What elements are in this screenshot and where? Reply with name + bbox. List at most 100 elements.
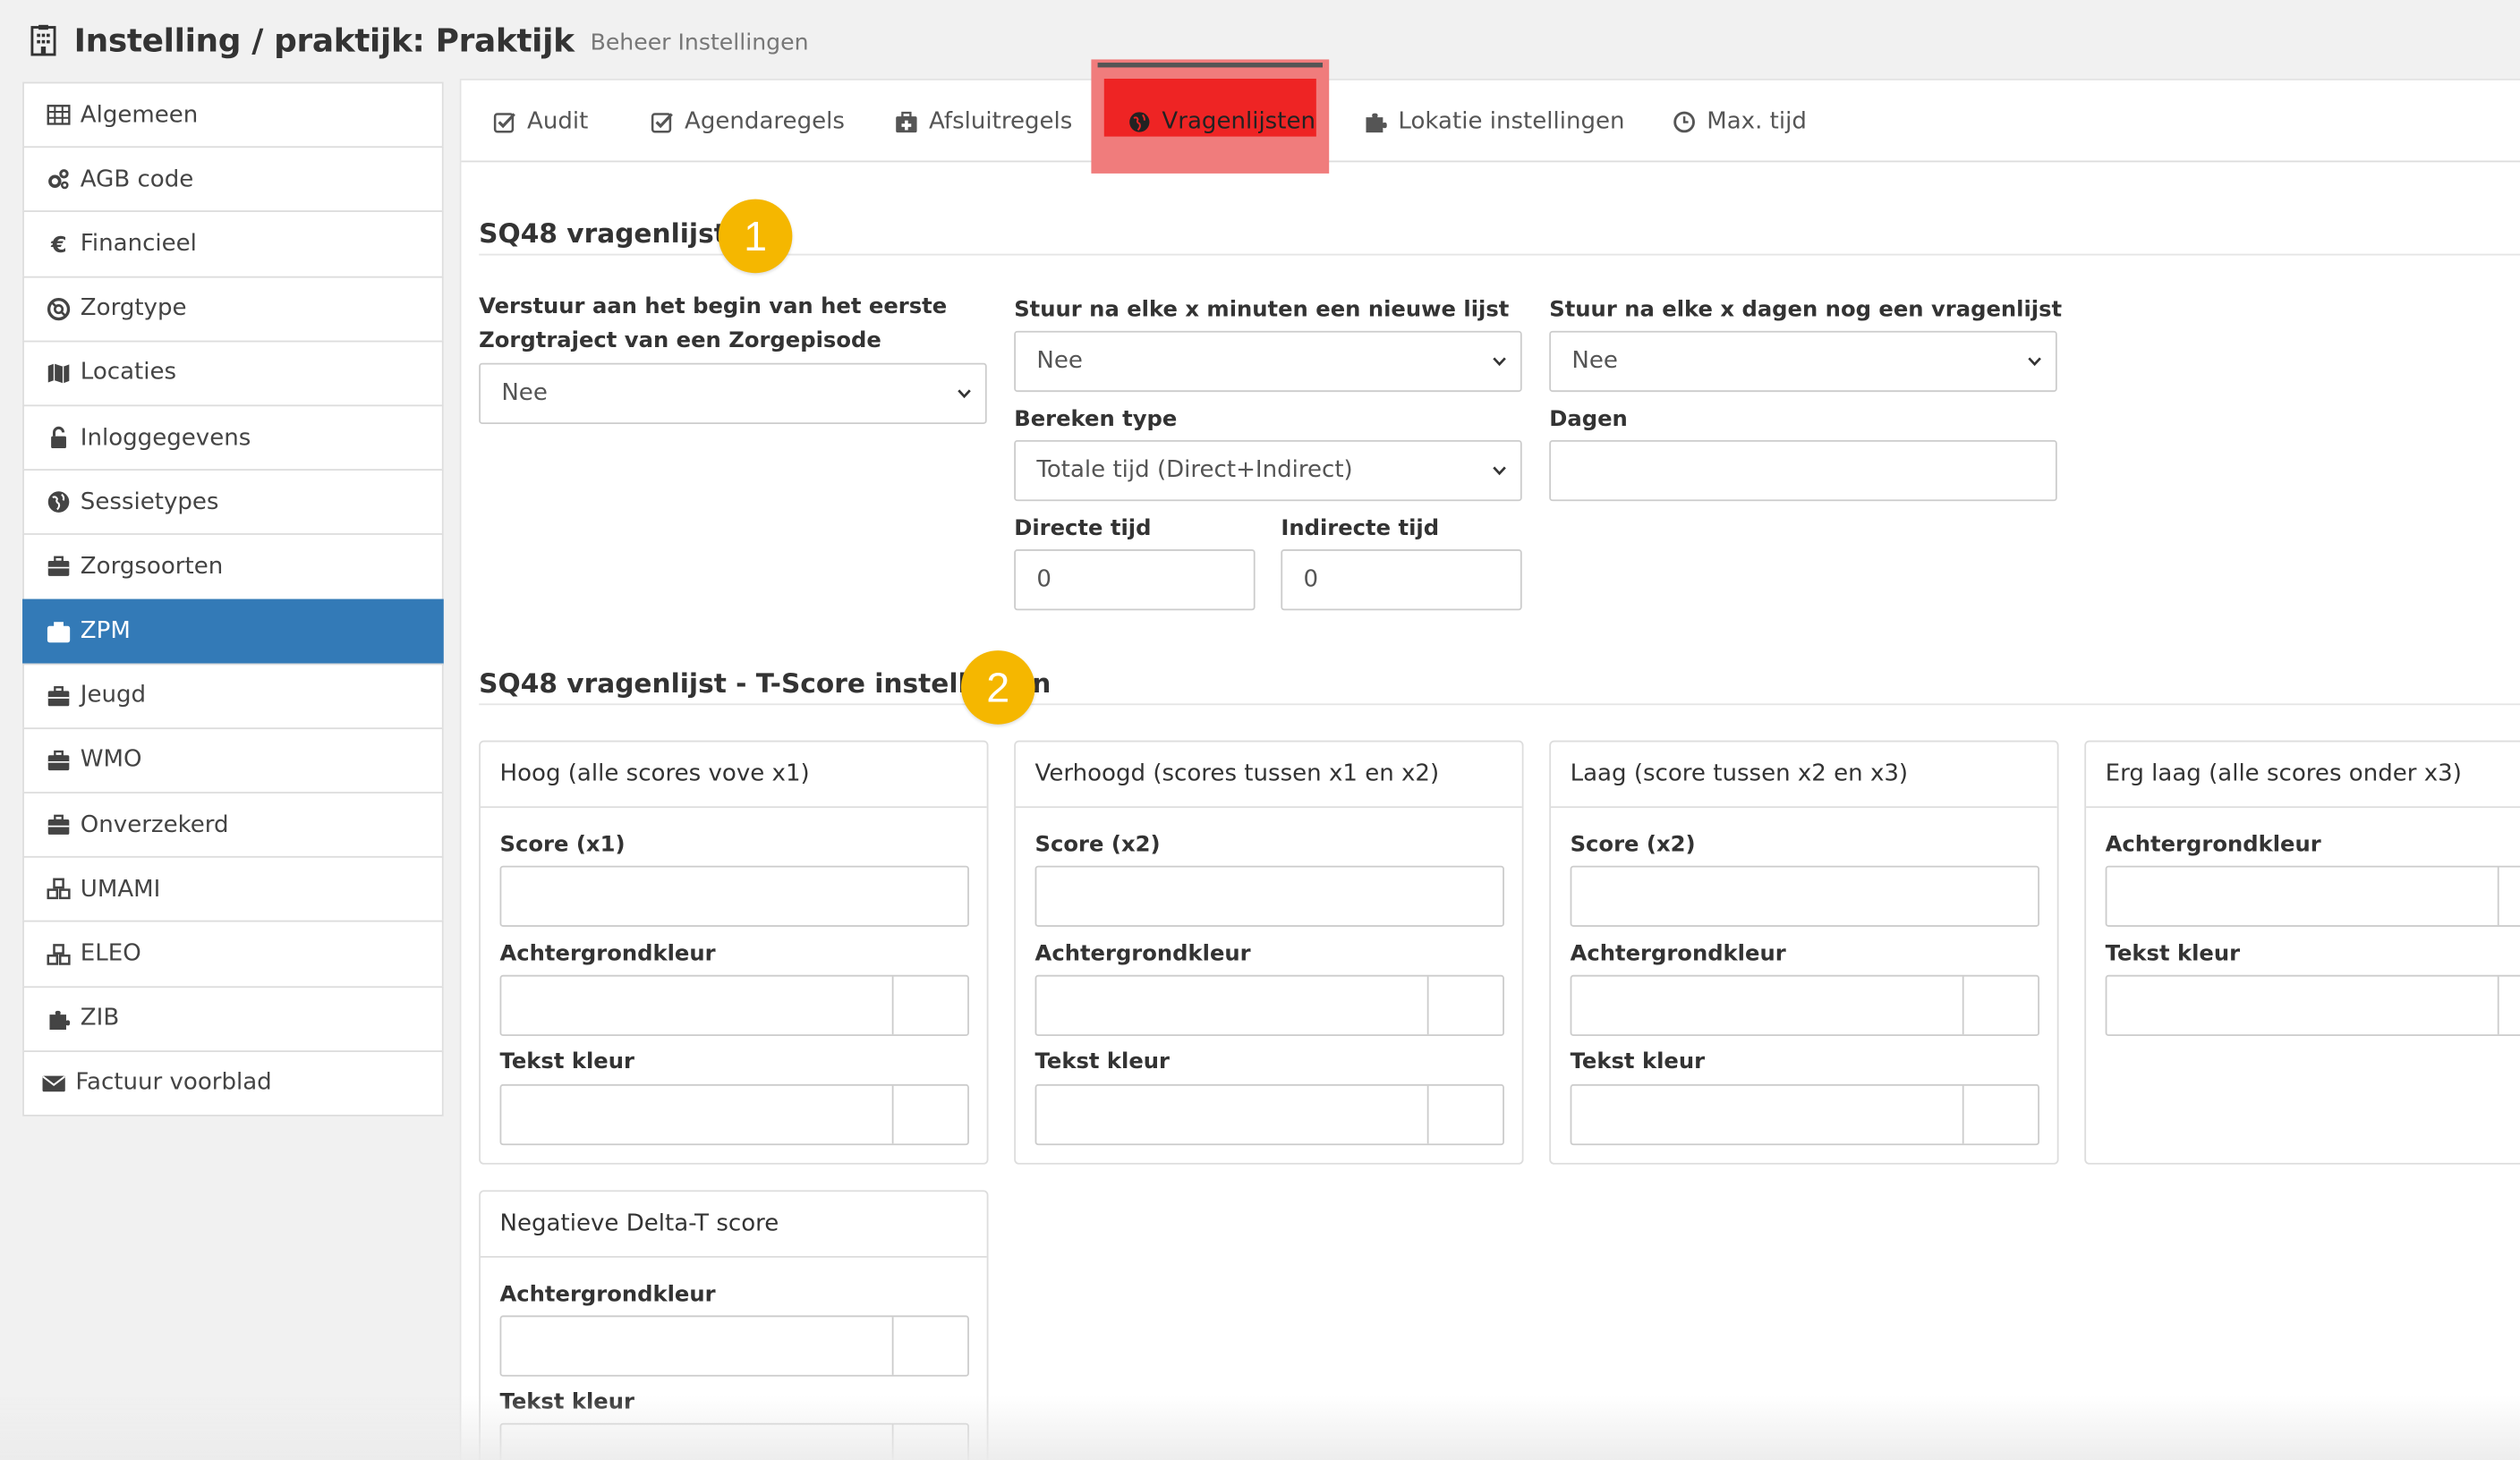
input-text-color[interactable]: [499, 1083, 969, 1146]
color-swatch[interactable]: [2497, 867, 2520, 926]
sidebar-item-label: Zorgsoorten: [80, 554, 224, 580]
puzzle-icon: [45, 1006, 71, 1031]
input-background-color[interactable]: [499, 974, 969, 1037]
label-days-new-list: Stuur na elke x dagen nog een vragenlijs…: [1549, 297, 2063, 323]
sidebar-item-label: AGB code: [80, 166, 194, 193]
color-swatch[interactable]: [891, 976, 967, 1035]
sidebar-item-zorgsoorten[interactable]: Zorgsoorten: [22, 533, 444, 600]
tab-audit[interactable]: Audit: [493, 81, 588, 163]
svg-text:€: €: [49, 233, 66, 256]
briefcase-icon: [45, 748, 71, 774]
label-score: Score (x1): [499, 832, 626, 858]
select-calc-type[interactable]: Totale tijd (Direct+Indirect): [1014, 439, 1522, 502]
select-minutes-new-list[interactable]: Nee: [1014, 330, 1522, 393]
sidebar-item-locaties[interactable]: Locaties: [22, 340, 444, 407]
input-score[interactable]: [1034, 865, 1504, 927]
chevron-down-icon: [1493, 466, 1506, 476]
tab-max-tijd[interactable]: Max. tijd: [1673, 81, 1807, 163]
medkit-icon: [896, 110, 917, 132]
color-swatch[interactable]: [1962, 1085, 2038, 1144]
sidebar-item-label: WMO: [80, 747, 142, 774]
label-minutes-new-list: Stuur na elke x minuten een nieuwe lijst: [1014, 297, 1510, 323]
label-score: Score (x2): [1034, 832, 1161, 858]
tab-vragenlijsten[interactable]: Vragenlijsten: [1128, 81, 1315, 163]
input-indirect-time[interactable]: 0: [1281, 549, 1522, 611]
color-swatch[interactable]: [2497, 976, 2520, 1035]
sidebar-item-financieel[interactable]: € Financieel: [22, 210, 444, 277]
label-background-color: Achtergrondkleur: [499, 1281, 716, 1308]
color-swatch[interactable]: [891, 1085, 967, 1144]
input-score[interactable]: [1570, 865, 2039, 927]
tab-afsluitregels[interactable]: Afsluitregels: [895, 81, 1072, 163]
sidebar-item-label: Algemeen: [80, 102, 199, 128]
tab-label: Afsluitregels: [929, 108, 1073, 134]
step-badge-2: 2: [960, 650, 1035, 725]
sidebar-item-agb-code[interactable]: AGB code: [22, 146, 444, 213]
cubes-icon: [45, 941, 71, 967]
tab-bar: Audit Agendaregels Afsluitregels Vragenl…: [461, 59, 2520, 174]
unlock-icon: [45, 425, 71, 451]
color-swatch[interactable]: [1426, 1085, 1503, 1144]
card-laag: Laag (score tussen x2 en x3) Score (x2) …: [1549, 740, 2059, 1165]
select-start-first-trajectory[interactable]: Nee: [479, 362, 987, 424]
color-swatch[interactable]: [1426, 976, 1503, 1035]
input-text-color[interactable]: [1570, 1083, 2039, 1146]
input-score[interactable]: [499, 865, 969, 927]
label-dagen: Dagen: [1549, 406, 1628, 432]
sidebar-item-umami[interactable]: UMAMI: [22, 856, 444, 923]
input-text-color[interactable]: [2105, 974, 2520, 1037]
sidebar-item-onverzekerd[interactable]: Onverzekerd: [22, 792, 444, 859]
chevron-down-icon: [1493, 357, 1506, 367]
select-value: Totale tijd (Direct+Indirect): [1036, 457, 1353, 484]
sidebar-item-label: Locaties: [80, 360, 177, 386]
puzzle-icon: [1366, 112, 1387, 132]
label-background-color: Achtergrondkleur: [1570, 941, 1786, 967]
input-background-color[interactable]: [1034, 974, 1504, 1037]
cogs-icon: [45, 166, 71, 192]
label-indirect-time: Indirecte tijd: [1281, 515, 1440, 542]
color-swatch[interactable]: [891, 1317, 967, 1375]
tab-lokatie-instellingen[interactable]: Lokatie instellingen: [1365, 81, 1625, 163]
label-text-color: Tekst kleur: [1570, 1048, 1706, 1075]
tab-agendaregels[interactable]: Agendaregels: [651, 81, 845, 163]
sidebar-item-label: ELEO: [80, 941, 141, 967]
briefcase-icon: [45, 683, 71, 709]
input-direct-time[interactable]: 0: [1014, 549, 1256, 611]
sidebar-item-wmo[interactable]: WMO: [22, 727, 444, 794]
input-background-color[interactable]: [1570, 974, 2039, 1037]
page-title: Instelling / praktijk: Praktijk: [73, 21, 575, 60]
sidebar-item-zorgtype[interactable]: Zorgtype: [22, 276, 444, 342]
clock-icon: [1673, 110, 1695, 132]
check-square-icon: [651, 112, 673, 132]
label-text-color: Tekst kleur: [499, 1048, 634, 1075]
sidebar-item-eleo[interactable]: ELEO: [22, 921, 444, 988]
sidebar-item-label: Sessietypes: [80, 489, 219, 515]
input-dagen[interactable]: [1549, 439, 2057, 502]
input-text-color[interactable]: [1034, 1083, 1504, 1146]
card-erg-laag: Erg laag (alle scores onder x3) Achtergr…: [2084, 740, 2520, 1165]
input-background-color[interactable]: [499, 1315, 969, 1377]
main-panel: Audit Agendaregels Afsluitregels Vragenl…: [459, 59, 2520, 1460]
sidebar-item-zpm[interactable]: ZPM: [22, 598, 444, 665]
chevron-down-icon: [958, 389, 971, 399]
sidebar-item-zib[interactable]: ZIB: [22, 985, 444, 1052]
sidebar-item-label: Inloggegevens: [80, 424, 251, 451]
sidebar-item-algemeen[interactable]: Algemeen: [22, 81, 444, 149]
sidebar-item-label: ZIB: [80, 1006, 120, 1032]
input-background-color[interactable]: [2105, 865, 2520, 927]
sidebar-item-sessietypes[interactable]: Sessietypes: [22, 469, 444, 536]
sidebar-item-inloggegevens[interactable]: Inloggegevens: [22, 404, 444, 471]
select-value: Nee: [501, 380, 548, 407]
label-calc-type: Bereken type: [1014, 406, 1178, 432]
tab-label: Agendaregels: [685, 108, 845, 134]
select-days-new-list[interactable]: Nee: [1549, 330, 2057, 393]
label-direct-time: Directe tijd: [1014, 515, 1152, 542]
sidebar-item-jeugd[interactable]: Jeugd: [22, 662, 444, 729]
label-text-color: Tekst kleur: [1034, 1048, 1171, 1075]
label-background-color: Achtergrondkleur: [2105, 832, 2321, 858]
color-swatch[interactable]: [1962, 976, 2038, 1035]
label-score: Score (x2): [1570, 832, 1696, 858]
chevron-down-icon: [2028, 357, 2041, 367]
briefcase-icon: [45, 554, 71, 580]
sidebar-item-factuur-voorblad[interactable]: Factuur voorblad: [22, 1049, 444, 1116]
